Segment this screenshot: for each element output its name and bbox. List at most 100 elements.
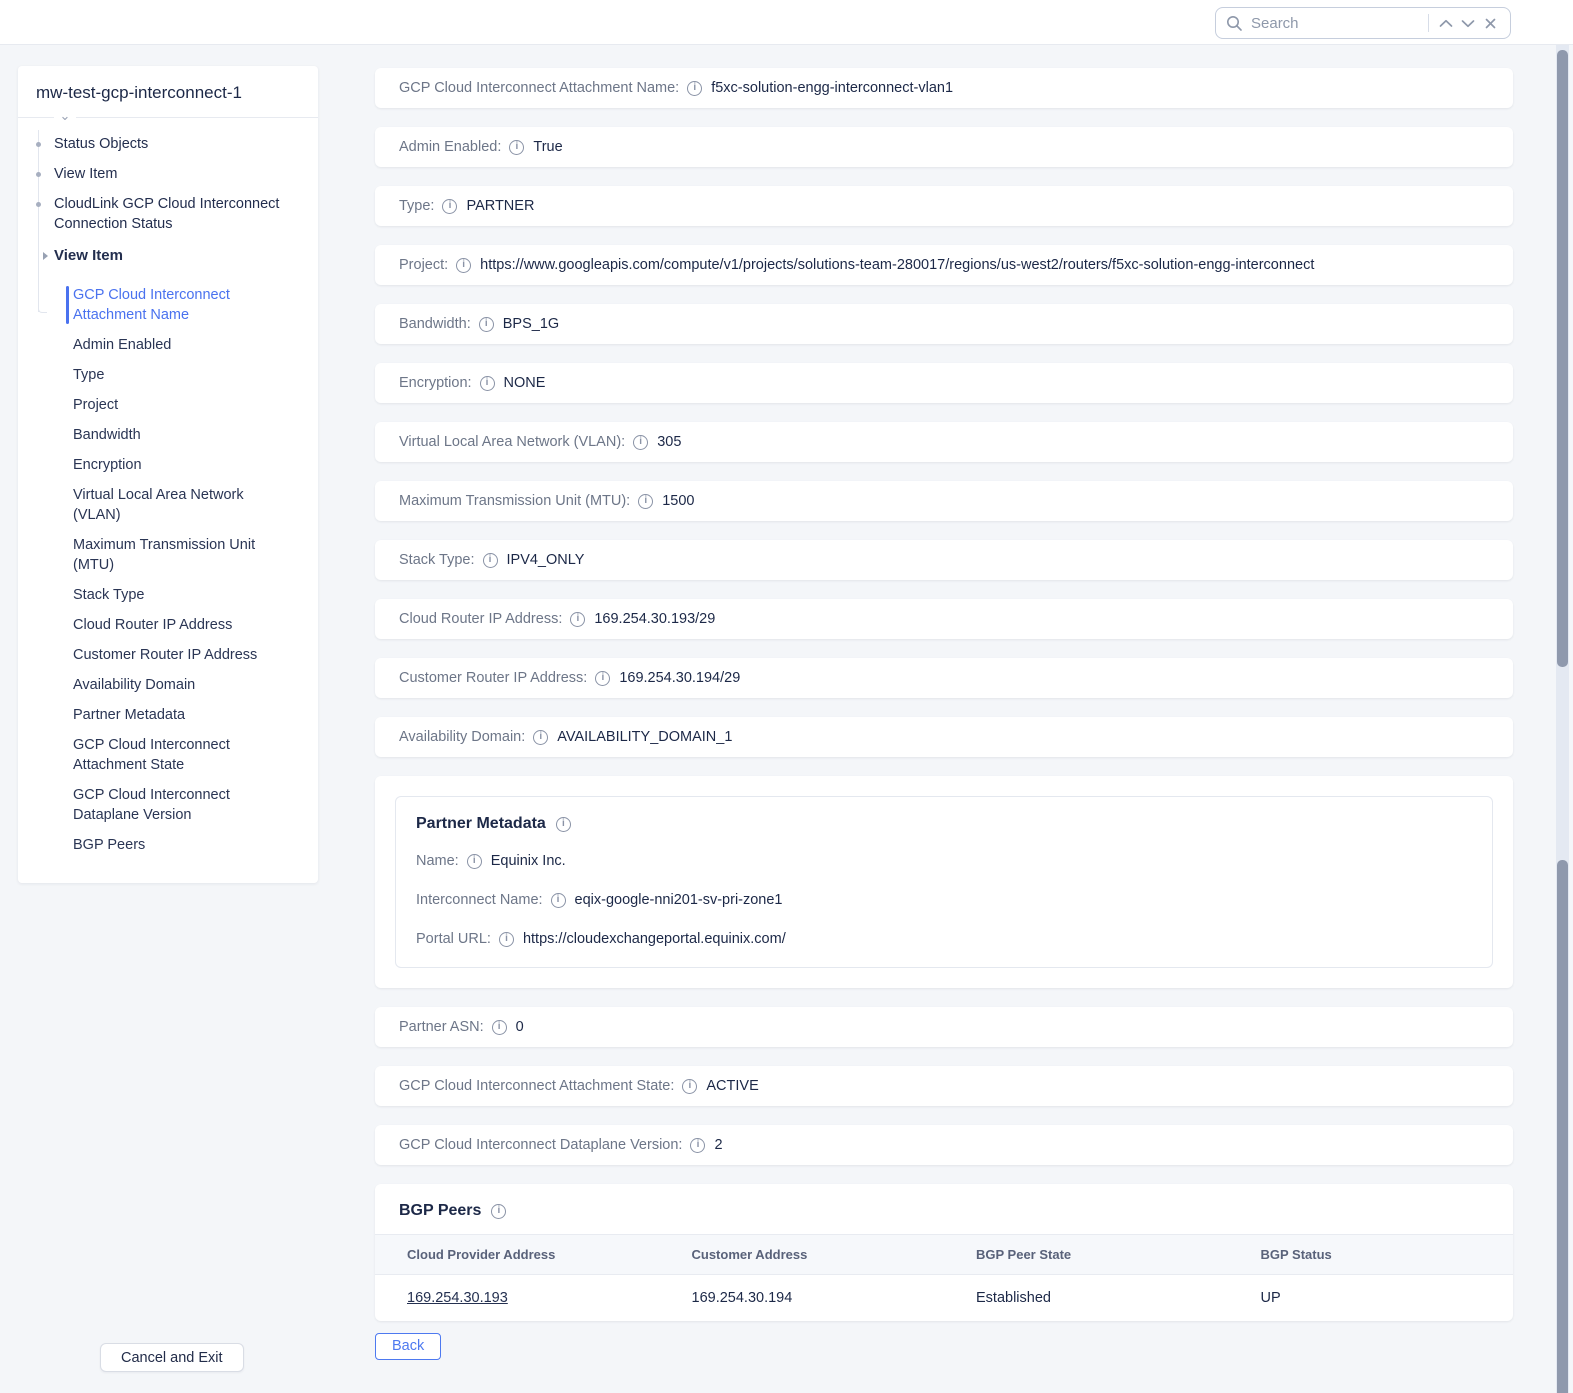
field-label: Cloud Router IP Address: — [399, 611, 562, 627]
info-icon[interactable] — [480, 376, 495, 391]
field-row-bandwidth: Bandwidth: BPS_1G — [375, 304, 1513, 344]
field-value: PARTNER — [466, 198, 534, 214]
field-label: Virtual Local Area Network (VLAN): — [399, 434, 625, 450]
find-previous-button[interactable] — [1435, 11, 1457, 35]
field-label: Portal URL: — [416, 931, 491, 947]
info-icon[interactable] — [509, 140, 524, 155]
column-header-bgp-status: BGP Status — [1229, 1235, 1514, 1275]
field-row-vlan: Virtual Local Area Network (VLAN): 305 — [375, 422, 1513, 462]
sidebar-item-view-item-1[interactable]: View Item — [18, 164, 304, 184]
info-icon[interactable] — [499, 932, 514, 947]
close-search-button[interactable] — [1480, 11, 1502, 35]
field-value: 169.254.30.193/29 — [594, 611, 715, 627]
sidebar-subitem-vlan[interactable]: Virtual Local Area Network (VLAN) — [73, 485, 294, 525]
back-button[interactable]: Back — [375, 1333, 441, 1360]
partner-metadata-title: Partner Metadata — [416, 815, 546, 833]
tree-elbow-connector — [38, 304, 47, 313]
field-row-availability-domain: Availability Domain: AVAILABILITY_DOMAIN… — [375, 717, 1513, 757]
info-icon[interactable] — [595, 671, 610, 686]
navigation-tree: Status Objects View Item CloudLink GCP C… — [18, 118, 318, 855]
field-row-stack-type: Stack Type: IPV4_ONLY — [375, 540, 1513, 580]
field-row-dataplane-version: GCP Cloud Interconnect Dataplane Version… — [375, 1125, 1513, 1165]
sidebar-subitem-stack-type[interactable]: Stack Type — [73, 585, 294, 605]
sidebar-subitem-encryption[interactable]: Encryption — [73, 455, 294, 475]
sidebar-subitem-cloud-router-ip[interactable]: Cloud Router IP Address — [73, 615, 294, 635]
info-icon[interactable] — [633, 435, 648, 450]
find-search-widget[interactable] — [1215, 7, 1511, 39]
field-row-project: Project: https://www.googleapis.com/comp… — [375, 245, 1513, 285]
field-value: BPS_1G — [503, 316, 559, 332]
sidebar-subitem-project[interactable]: Project — [73, 395, 294, 415]
field-row-mtu: Maximum Transmission Unit (MTU): 1500 — [375, 481, 1513, 521]
info-icon[interactable] — [479, 317, 494, 332]
sidebar-item-view-item-2[interactable]: View Item — [18, 246, 304, 266]
sidebar-subitem-dataplane-version[interactable]: GCP Cloud Interconnect Dataplane Version — [73, 785, 294, 825]
field-value: True — [533, 139, 562, 155]
search-divider — [1428, 14, 1429, 32]
info-icon[interactable] — [687, 81, 702, 96]
view-item-subtree: GCP Cloud Interconnect Attachment Name A… — [18, 276, 304, 855]
field-value: ACTIVE — [706, 1078, 758, 1094]
partner-metadata-inner: Partner Metadata Name: Equinix Inc. Inte… — [395, 796, 1493, 968]
cloud-provider-address-link[interactable]: 169.254.30.193 — [407, 1290, 508, 1306]
info-icon[interactable] — [638, 494, 653, 509]
info-icon[interactable] — [690, 1138, 705, 1153]
sidebar-subitem-bandwidth[interactable]: Bandwidth — [73, 425, 294, 445]
field-label: Admin Enabled: — [399, 139, 501, 155]
sidebar-item-status-objects[interactable]: Status Objects — [18, 134, 304, 154]
sidebar-subitem-customer-router-ip[interactable]: Customer Router IP Address — [73, 645, 294, 665]
info-icon[interactable] — [467, 854, 482, 869]
field-row-partner-asn: Partner ASN: 0 — [375, 1007, 1513, 1047]
info-icon[interactable] — [556, 817, 571, 832]
sidebar-subitem-partner-metadata[interactable]: Partner Metadata — [73, 705, 294, 725]
field-row-attachment-state: GCP Cloud Interconnect Attachment State:… — [375, 1066, 1513, 1106]
info-icon[interactable] — [492, 1020, 507, 1035]
field-row-customer-router-ip: Customer Router IP Address: 169.254.30.1… — [375, 658, 1513, 698]
field-value: 0 — [516, 1019, 524, 1035]
find-next-button[interactable] — [1457, 11, 1479, 35]
field-row-encryption: Encryption: NONE — [375, 363, 1513, 403]
field-label: GCP Cloud Interconnect Dataplane Version… — [399, 1137, 682, 1153]
field-label: Project: — [399, 257, 448, 273]
sidebar-item-cloudlink-connection-status[interactable]: CloudLink GCP Cloud Interconnect Connect… — [18, 194, 304, 234]
pm-field-interconnect-name: Interconnect Name: eqix-google-nni201-sv… — [416, 890, 1472, 910]
sidebar-subitem-attachment-state[interactable]: GCP Cloud Interconnect Attachment State — [73, 735, 294, 775]
scrollbar-thumb-upper[interactable] — [1557, 50, 1568, 667]
field-value: https://www.googleapis.com/compute/v1/pr… — [480, 257, 1314, 273]
field-label: Encryption: — [399, 375, 472, 391]
sidebar-subitem-admin-enabled[interactable]: Admin Enabled — [73, 335, 294, 355]
info-icon[interactable] — [483, 553, 498, 568]
field-label: GCP Cloud Interconnect Attachment Name: — [399, 80, 679, 96]
info-icon[interactable] — [456, 258, 471, 273]
field-row-attachment-name: GCP Cloud Interconnect Attachment Name: … — [375, 68, 1513, 108]
bgp-peer-state-cell: Established — [944, 1275, 1229, 1321]
sidebar-subitem-availability-domain[interactable]: Availability Domain — [73, 675, 294, 695]
field-label: GCP Cloud Interconnect Attachment State: — [399, 1078, 674, 1094]
info-icon[interactable] — [491, 1204, 506, 1219]
field-row-type: Type: PARTNER — [375, 186, 1513, 226]
field-row-admin-enabled: Admin Enabled: True — [375, 127, 1513, 167]
sidebar-subitem-gcp-attachment-name[interactable]: GCP Cloud Interconnect Attachment Name — [73, 285, 294, 325]
field-value: AVAILABILITY_DOMAIN_1 — [557, 729, 732, 745]
sidebar-subitem-type[interactable]: Type — [73, 365, 294, 385]
cancel-and-exit-button[interactable]: Cancel and Exit — [100, 1343, 244, 1372]
search-input[interactable] — [1251, 15, 1422, 32]
scrollbar-thumb-lower[interactable] — [1557, 860, 1568, 1393]
sidebar-subitem-mtu[interactable]: Maximum Transmission Unit (MTU) — [73, 535, 294, 575]
partner-metadata-heading: Partner Metadata — [416, 815, 1472, 833]
info-icon[interactable] — [551, 893, 566, 908]
info-icon[interactable] — [442, 199, 457, 214]
partner-metadata-card: Partner Metadata Name: Equinix Inc. Inte… — [375, 776, 1513, 988]
table-row: 169.254.30.193 169.254.30.194 Establishe… — [375, 1275, 1513, 1321]
chevron-up-icon — [1439, 19, 1453, 28]
field-value: 1500 — [662, 493, 694, 509]
pm-field-portal-url: Portal URL: https://cloudexchangeportal.… — [416, 929, 1472, 949]
info-icon[interactable] — [533, 730, 548, 745]
info-icon[interactable] — [682, 1079, 697, 1094]
bgp-peers-heading: BGP Peers — [375, 1184, 1513, 1234]
info-icon[interactable] — [570, 612, 585, 627]
field-label: Partner ASN: — [399, 1019, 484, 1035]
bgp-peers-card: BGP Peers Cloud Provider Address Custome… — [375, 1184, 1513, 1321]
bgp-peers-table: Cloud Provider Address Customer Address … — [375, 1234, 1513, 1321]
sidebar-subitem-bgp-peers[interactable]: BGP Peers — [73, 835, 294, 855]
